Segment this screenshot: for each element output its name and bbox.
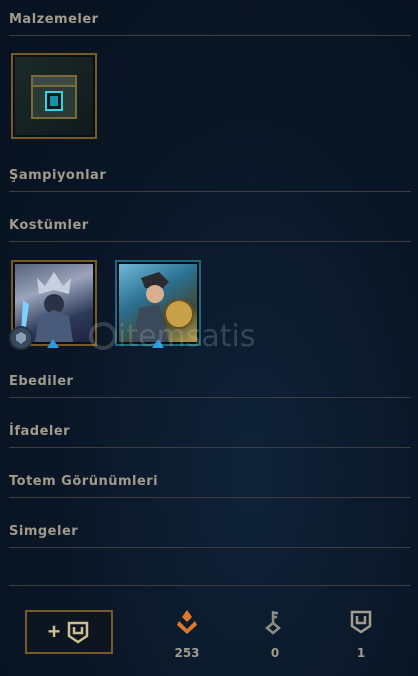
watermark: itemsatis bbox=[88, 318, 256, 354]
icons-section: Simgeler bbox=[9, 522, 411, 542]
watermark-logo-icon bbox=[89, 322, 117, 350]
emotes-section: İfadeler bbox=[9, 422, 411, 442]
champions-section: Şampiyonlar bbox=[9, 166, 411, 186]
chest-icon bbox=[15, 57, 93, 135]
champions-divider bbox=[9, 191, 411, 192]
emotes-title: İfadeler bbox=[9, 424, 71, 439]
eternals-title: Ebediler bbox=[9, 374, 74, 389]
orange-essence-counter: 253 bbox=[162, 609, 212, 660]
eternals-section: Ebediler bbox=[9, 372, 411, 392]
key-icon bbox=[265, 611, 281, 635]
icons-title: Simgeler bbox=[9, 524, 79, 539]
champions-title: Şampiyonlar bbox=[9, 168, 107, 183]
eternals-divider bbox=[9, 397, 411, 398]
bottom-bar-divider bbox=[9, 585, 411, 586]
chest-icon bbox=[350, 610, 372, 634]
skins-divider bbox=[9, 241, 411, 242]
materials-divider bbox=[9, 35, 411, 36]
materials-title: Malzemeler bbox=[9, 12, 99, 27]
ward-skins-section: Totem Görünümleri bbox=[9, 472, 411, 492]
watermark-text: itemsatis bbox=[118, 318, 256, 354]
skins-title: Kostümler bbox=[9, 218, 89, 233]
champion-mastery-icon bbox=[9, 326, 33, 350]
upgrade-triangle-icon bbox=[47, 339, 59, 348]
chest-counter: 1 bbox=[336, 609, 386, 660]
add-chest-button[interactable]: + bbox=[25, 610, 113, 654]
chest-icon bbox=[68, 621, 89, 644]
plus-icon: + bbox=[47, 619, 61, 644]
ward-skins-title: Totem Görünümleri bbox=[9, 474, 159, 489]
chest-item[interactable] bbox=[11, 53, 97, 139]
key-fragment-counter: 0 bbox=[250, 609, 300, 660]
skins-section: Kostümler bbox=[9, 216, 411, 236]
icons-divider bbox=[9, 547, 411, 548]
emotes-divider bbox=[9, 447, 411, 448]
ward-skins-divider bbox=[9, 497, 411, 498]
orange-essence-value: 253 bbox=[174, 646, 200, 660]
chest-value: 1 bbox=[356, 646, 366, 660]
key-fragment-value: 0 bbox=[270, 646, 280, 660]
materials-section: Malzemeler bbox=[9, 10, 411, 30]
orange-essence-icon bbox=[177, 610, 197, 634]
